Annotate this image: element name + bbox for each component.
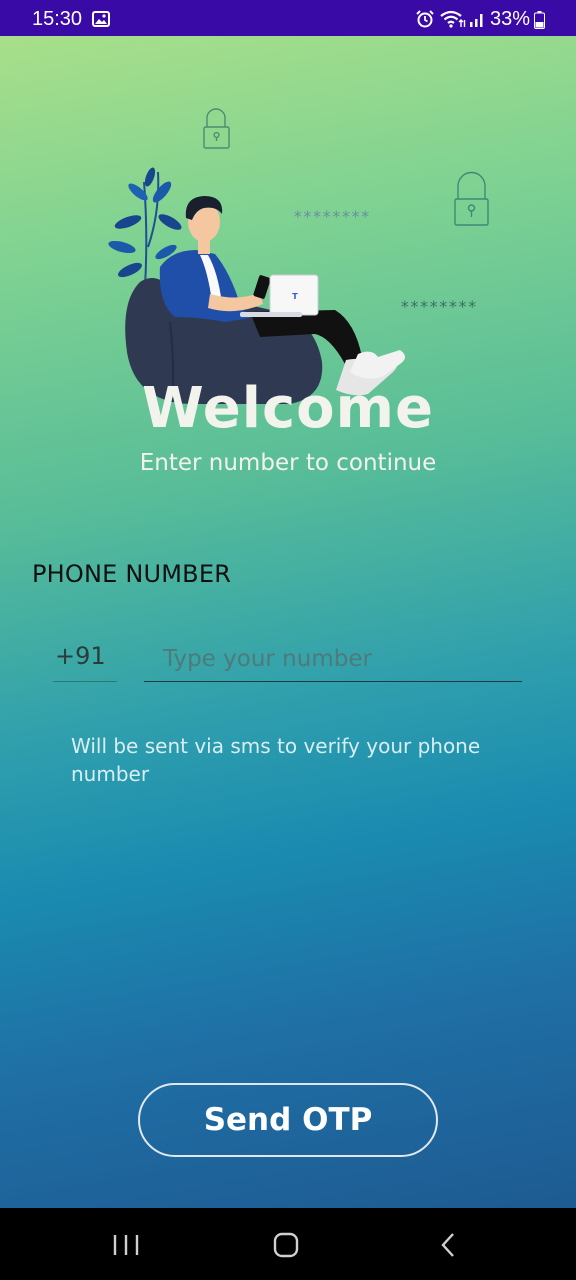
login-screen: ******** ******** T Welcome Enter number… — [0, 36, 576, 1208]
lock-icon — [203, 108, 230, 149]
welcome-subtitle: Enter number to continue — [139, 450, 437, 476]
password-mask: ******** — [400, 297, 477, 316]
battery-icon — [534, 11, 545, 29]
sms-helper-text: Will be sent via sms to verify your phon… — [71, 734, 481, 786]
gallery-icon — [92, 11, 110, 27]
password-mask: ******** — [293, 207, 370, 226]
status-time: 15:30 — [32, 8, 83, 30]
svg-text:T: T — [292, 292, 298, 301]
back-icon[interactable] — [434, 1232, 464, 1258]
phone-icon — [253, 275, 271, 299]
home-icon[interactable] — [271, 1232, 301, 1258]
recent-apps-icon[interactable] — [111, 1232, 141, 1258]
person-with-laptop-illustration: ******** ******** T — [108, 108, 489, 404]
welcome-title: Welcome — [142, 376, 434, 441]
lock-icon — [454, 171, 489, 226]
phone-number-input[interactable] — [144, 642, 522, 682]
phone-number-label: PHONE NUMBER — [32, 560, 232, 588]
send-otp-button[interactable]: Send OTP — [138, 1083, 438, 1157]
signal-icon — [470, 14, 483, 27]
status-bar: 15:30 33% — [0, 0, 576, 36]
battery-percentage: 33% — [490, 8, 531, 30]
country-code-selector[interactable]: +91 — [53, 642, 117, 682]
alarm-icon — [416, 10, 434, 28]
navigation-bar — [0, 1208, 576, 1280]
wifi-icon — [440, 10, 466, 28]
